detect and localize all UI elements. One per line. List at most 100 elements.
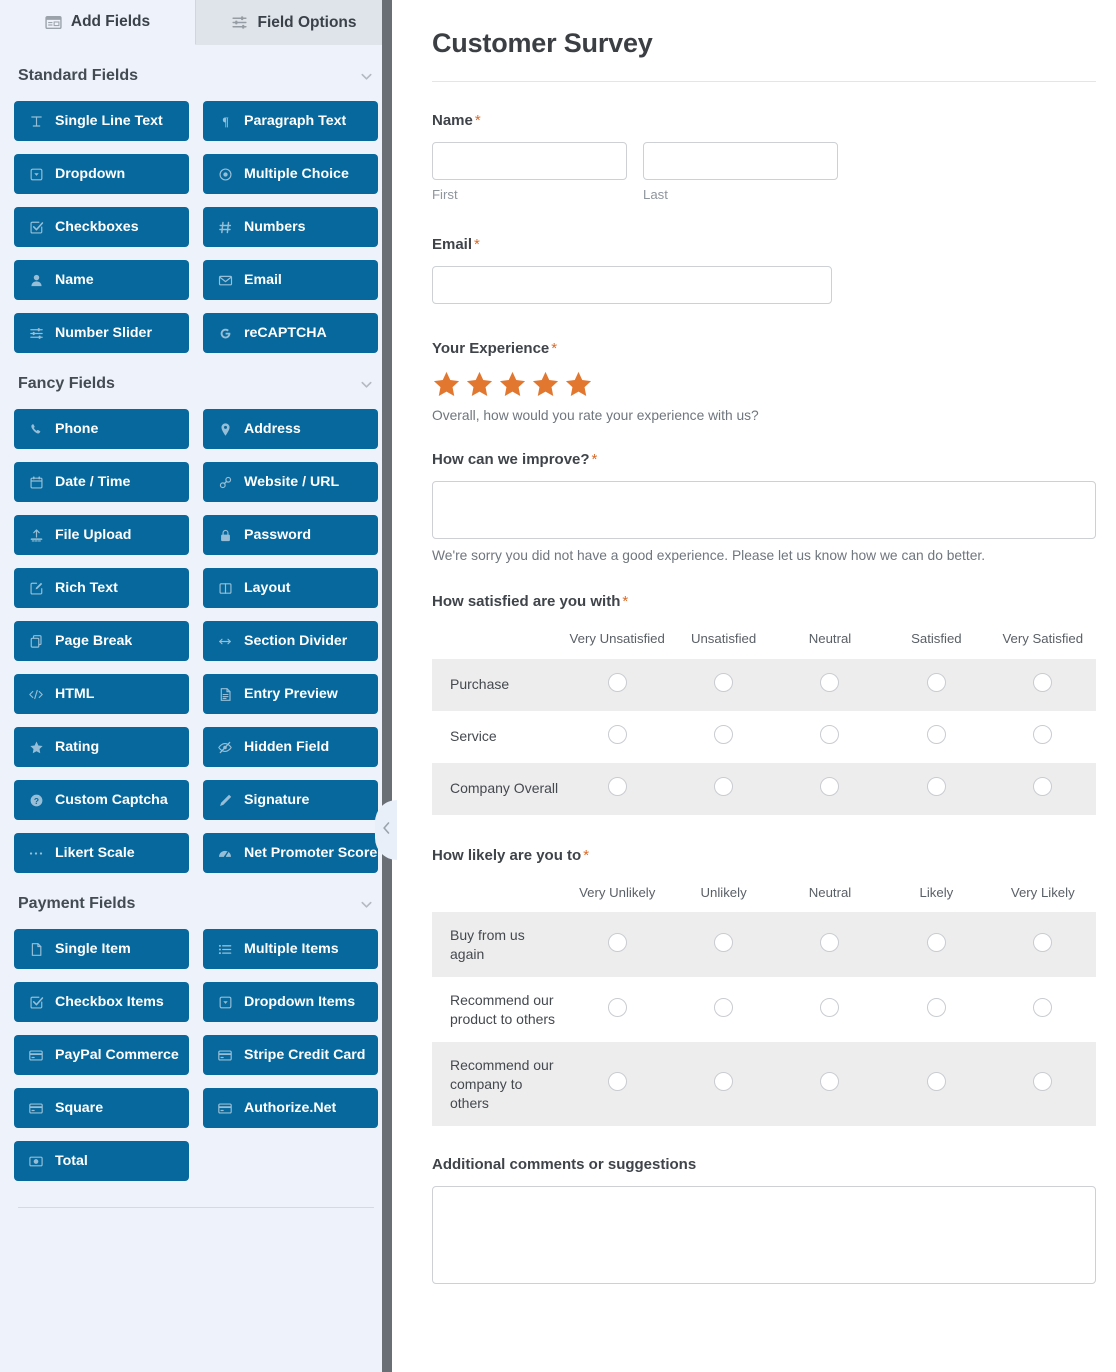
likert-column-header: Satisfied	[911, 631, 962, 646]
field-button-paragraph-text[interactable]: ¶ Paragraph Text	[203, 101, 378, 141]
rating-star-4[interactable]	[531, 370, 560, 399]
field-button-square[interactable]: Square	[14, 1088, 189, 1128]
sidebar-scrollbar[interactable]	[382, 0, 392, 1372]
required-marker: *	[622, 593, 629, 610]
likert-radio[interactable]	[607, 724, 627, 744]
panel-collapse-handle[interactable]	[375, 800, 397, 860]
likert-radio[interactable]	[714, 1072, 734, 1092]
name-last-input[interactable]	[643, 142, 838, 180]
email-input[interactable]	[432, 266, 832, 304]
likert-radio[interactable]	[926, 724, 946, 744]
field-button-layout[interactable]: Layout	[203, 568, 378, 608]
likert-radio[interactable]	[1033, 672, 1053, 692]
field-button-file-upload[interactable]: File Upload	[14, 515, 189, 555]
likert-radio[interactable]	[1033, 932, 1053, 952]
section-header-fancy-fields[interactable]: Fancy Fields	[14, 353, 378, 409]
section-header-payment-fields[interactable]: Payment Fields	[14, 873, 378, 929]
likert-radio[interactable]	[1033, 776, 1053, 796]
field-button-entry-preview[interactable]: Entry Preview	[203, 674, 378, 714]
field-button-total[interactable]: Total	[14, 1141, 189, 1181]
likert-radio[interactable]	[607, 997, 627, 1017]
likert-radio[interactable]	[714, 776, 734, 796]
sidebar-scrollbar-thumb[interactable]	[382, 0, 392, 1372]
field-button-password[interactable]: Password	[203, 515, 378, 555]
rating-stars[interactable]	[432, 370, 1096, 399]
rating-star-1[interactable]	[432, 370, 461, 399]
field-button-address[interactable]: Address	[203, 409, 378, 449]
field-button-website-url[interactable]: Website / URL	[203, 462, 378, 502]
rating-star-2[interactable]	[465, 370, 494, 399]
likert-radio[interactable]	[820, 776, 840, 796]
likert-radio[interactable]	[820, 997, 840, 1017]
field-button-number-slider[interactable]: Number Slider	[14, 313, 189, 353]
section-header-standard-fields[interactable]: Standard Fields	[14, 45, 378, 101]
tab-add-fields[interactable]: Add Fields	[0, 0, 196, 45]
field-button-html[interactable]: HTML	[14, 674, 189, 714]
field-button-checkboxes[interactable]: Checkboxes	[14, 207, 189, 247]
rating-star-3[interactable]	[498, 370, 527, 399]
likert-corner-cell	[432, 623, 564, 659]
field-button-section-divider[interactable]: Section Divider	[203, 621, 378, 661]
likert-radio[interactable]	[820, 672, 840, 692]
likert-radio[interactable]	[926, 776, 946, 796]
likert-radio[interactable]	[607, 1072, 627, 1092]
likert-radio[interactable]	[607, 672, 627, 692]
likert-radio[interactable]	[820, 1072, 840, 1092]
improve-textarea[interactable]	[432, 481, 1096, 539]
likert-radio[interactable]	[926, 672, 946, 692]
question-circle-icon: ?	[28, 793, 44, 808]
chevron-down-icon[interactable]	[359, 377, 374, 392]
field-button-name[interactable]: Name	[14, 260, 189, 300]
field-button-stripe-credit-card[interactable]: Stripe Credit Card	[203, 1035, 378, 1075]
likert-radio[interactable]	[820, 724, 840, 744]
field-button-multiple-choice[interactable]: Multiple Choice	[203, 154, 378, 194]
chevron-down-icon[interactable]	[359, 69, 374, 84]
field-button-rating[interactable]: Rating	[14, 727, 189, 767]
field-button-dropdown[interactable]: Dropdown	[14, 154, 189, 194]
likert-radio[interactable]	[1033, 724, 1053, 744]
field-button-phone[interactable]: Phone	[14, 409, 189, 449]
arrows-horizontal-icon	[217, 634, 233, 649]
field-button-single-line-text[interactable]: Single Line Text	[14, 101, 189, 141]
field-button-likert-scale[interactable]: Likert Scale	[14, 833, 189, 873]
likert-row-label: Recommend our product to others	[450, 992, 556, 1027]
likert-cell	[670, 711, 776, 763]
likert-radio[interactable]	[714, 724, 734, 744]
likert-radio[interactable]	[607, 776, 627, 796]
field-button-checkbox-items[interactable]: Checkbox Items	[14, 982, 189, 1022]
likert-row-label: Service	[450, 728, 497, 745]
field-button-net-promoter-score[interactable]: Net Promoter Score	[203, 833, 378, 873]
field-button-date-time[interactable]: Date / Time	[14, 462, 189, 502]
field-button-paypal-commerce[interactable]: PayPal Commerce	[14, 1035, 189, 1075]
name-first-input[interactable]	[432, 142, 627, 180]
field-button-dropdown-items[interactable]: Dropdown Items	[203, 982, 378, 1022]
field-button-numbers[interactable]: Numbers	[203, 207, 378, 247]
likert-radio[interactable]	[607, 932, 627, 952]
likert-radio[interactable]	[926, 997, 946, 1017]
field-button-hidden-field[interactable]: Hidden Field	[203, 727, 378, 767]
comments-textarea[interactable]	[432, 1186, 1096, 1285]
likert-radio[interactable]	[926, 932, 946, 952]
likert-radio[interactable]	[714, 932, 734, 952]
likert-radio[interactable]	[1033, 997, 1053, 1017]
field-button-email[interactable]: Email	[203, 260, 378, 300]
field-button-single-item[interactable]: Single Item	[14, 929, 189, 969]
likert-radio[interactable]	[926, 1072, 946, 1092]
chevron-down-icon[interactable]	[359, 897, 374, 912]
field-button-signature[interactable]: Signature	[203, 780, 378, 820]
tab-field-options[interactable]: Field Options	[196, 0, 392, 45]
field-button-multiple-items[interactable]: Multiple Items	[203, 929, 378, 969]
likert-radio[interactable]	[714, 997, 734, 1017]
likert-column-header: Very Unlikely	[579, 884, 656, 900]
field-button-recaptcha[interactable]: reCAPTCHA	[203, 313, 378, 353]
field-button-custom-captcha[interactable]: ? Custom Captcha	[14, 780, 189, 820]
likert-radio[interactable]	[714, 672, 734, 692]
field-button-authorize-net[interactable]: Authorize.Net	[203, 1088, 378, 1128]
likert-cell	[883, 1042, 990, 1127]
likert-radio[interactable]	[1033, 1072, 1053, 1092]
form-field-likelihood: How likely are you to * Very Unlikely Unli…	[432, 847, 1096, 1127]
field-button-rich-text[interactable]: Rich Text	[14, 568, 189, 608]
rating-star-5[interactable]	[564, 370, 593, 399]
field-button-page-break[interactable]: Page Break	[14, 621, 189, 661]
likert-radio[interactable]	[820, 932, 840, 952]
